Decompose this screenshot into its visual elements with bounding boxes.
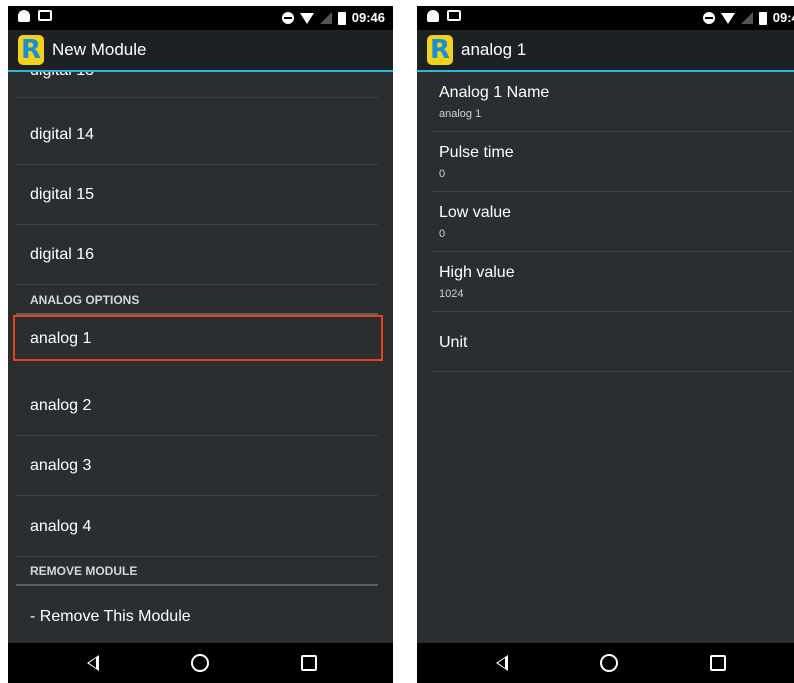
action-bar-title: analog 1 (461, 40, 527, 59)
phone-screen-left: 09:46 R New Module digital 13 digital 14… (8, 6, 393, 683)
pref-title: Low value (439, 204, 512, 221)
home-button[interactable] (579, 643, 639, 683)
wifi-icon (299, 12, 314, 24)
pref-summary: analog 1 (439, 108, 482, 120)
remove-module-button[interactable]: - Remove This Module (16, 587, 378, 643)
pref-summary: 0 (439, 228, 446, 240)
pref-analog-name[interactable]: Analog 1 Name analog 1 (431, 72, 793, 132)
home-icon (600, 654, 618, 672)
back-icon (496, 655, 508, 671)
section-header-remove-module: REMOVE MODULE (16, 562, 378, 586)
list-item-analog-3[interactable]: analog 3 (16, 436, 378, 496)
action-bar-title: New Module (52, 40, 147, 59)
section-header-analog-options: ANALOG OPTIONS (16, 291, 378, 315)
photo-icon (447, 10, 461, 21)
status-clock: 09:46 (351, 10, 385, 25)
navigation-bar (417, 643, 794, 683)
photo-icon (38, 10, 52, 21)
pref-title: Pulse time (439, 144, 514, 161)
recent-apps-icon (710, 655, 726, 671)
navigation-bar (8, 643, 393, 683)
battery-icon (758, 11, 767, 25)
pref-title: Unit (439, 334, 468, 351)
analog-settings-list[interactable]: Analog 1 Name analog 1 Pulse time 0 Low … (417, 72, 794, 643)
android-icon (18, 10, 30, 22)
list-item-digital-13[interactable]: digital 13 (16, 72, 378, 98)
phone-screen-right: 09:48 R analog 1 Analog 1 Name analog 1 … (417, 6, 794, 683)
recent-apps-icon (301, 655, 317, 671)
signal-icon (740, 12, 753, 24)
list-item-analog-2[interactable]: analog 2 (16, 376, 378, 436)
pref-title: High value (439, 264, 515, 281)
app-logo[interactable]: R (427, 35, 453, 65)
selection-highlight (13, 315, 383, 361)
home-button[interactable] (170, 643, 230, 683)
pref-low-value[interactable]: Low value 0 (431, 192, 793, 252)
pref-title: Analog 1 Name (439, 84, 550, 101)
pref-unit[interactable]: Unit (431, 312, 793, 372)
wifi-icon (720, 12, 735, 24)
action-bar: R analog 1 (417, 30, 794, 72)
pref-pulse-time[interactable]: Pulse time 0 (431, 132, 793, 192)
dnd-icon (702, 12, 715, 24)
recent-apps-button[interactable] (687, 643, 747, 683)
status-bar: 09:48 (417, 6, 794, 30)
status-bar: 09:46 (8, 6, 393, 30)
pref-summary: 1024 (439, 288, 464, 300)
action-bar: R New Module (8, 30, 393, 72)
back-button[interactable] (472, 643, 532, 683)
status-clock: 09:48 (772, 10, 794, 25)
recent-apps-button[interactable] (278, 643, 338, 683)
dnd-icon (281, 12, 294, 24)
list-item-analog-4[interactable]: analog 4 (16, 497, 378, 557)
pref-summary: 0 (439, 168, 446, 180)
pref-high-value[interactable]: High value 1024 (431, 252, 793, 312)
back-button[interactable] (63, 643, 123, 683)
list-item-digital-16[interactable]: digital 16 (16, 225, 378, 285)
app-logo[interactable]: R (18, 35, 44, 65)
list-item-digital-15[interactable]: digital 15 (16, 165, 378, 225)
signal-icon (319, 12, 332, 24)
home-icon (191, 654, 209, 672)
list-item-digital-14[interactable]: digital 14 (16, 105, 378, 165)
module-options-list[interactable]: digital 13 digital 14 digital 15 digital… (8, 72, 393, 643)
back-icon (87, 655, 99, 671)
battery-icon (337, 11, 346, 25)
android-icon (427, 10, 439, 22)
